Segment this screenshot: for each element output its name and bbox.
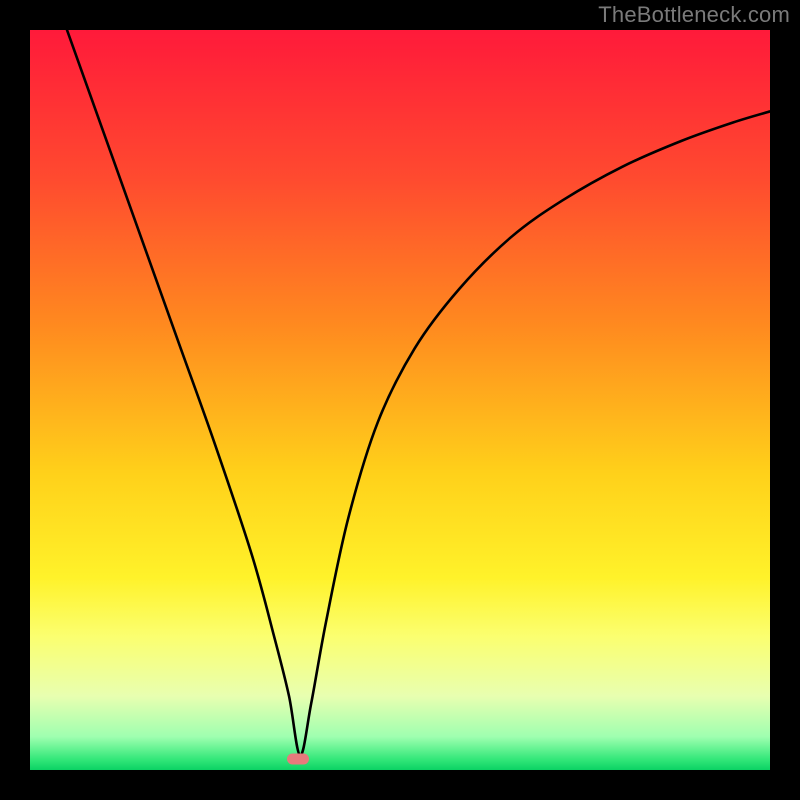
watermark-text: TheBottleneck.com <box>598 2 790 28</box>
bottleneck-curve <box>30 30 770 770</box>
plot-area <box>30 30 770 770</box>
chart-frame: TheBottleneck.com <box>0 0 800 800</box>
optimal-point-marker <box>287 753 309 764</box>
